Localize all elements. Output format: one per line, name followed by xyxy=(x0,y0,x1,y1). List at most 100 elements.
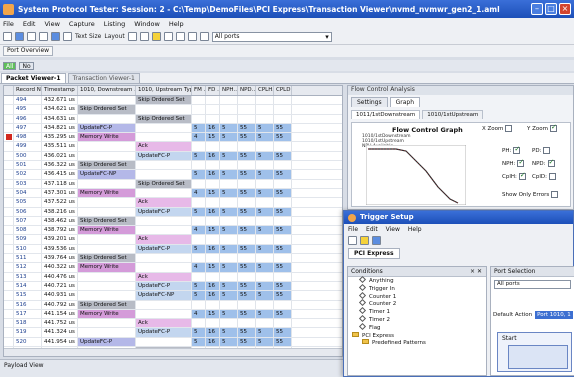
port-selection-dropdown[interactable]: All ports xyxy=(494,280,571,289)
funnel-clear-icon[interactable] xyxy=(199,32,209,41)
table-row[interactable]: 514 440.721 us UpdateFC-P 5 16 5 55 5 55 xyxy=(4,281,342,292)
row-marker-cell[interactable] xyxy=(4,114,14,123)
x-zoom-checkbox[interactable] xyxy=(505,125,513,132)
fc-checkbox[interactable] xyxy=(547,158,555,167)
table-row[interactable]: 496 434.631 us Skip Ordered Set xyxy=(4,114,342,124)
maximize-button[interactable]: □ xyxy=(545,3,557,15)
tab-transaction-viewer[interactable]: Transaction Viewer-1 xyxy=(67,73,140,83)
menu-edit[interactable]: Edit xyxy=(23,20,36,28)
row-marker-cell[interactable] xyxy=(4,96,14,105)
menu-view[interactable]: View xyxy=(44,20,59,28)
row-marker-cell[interactable] xyxy=(4,133,14,142)
row-marker-cell[interactable] xyxy=(4,337,14,347)
port-overview-button[interactable]: Port Overview xyxy=(3,46,54,56)
menu-file[interactable]: File xyxy=(3,20,14,28)
trigger-menu-file[interactable]: File xyxy=(348,226,358,233)
fc-check-5[interactable]: CplD: xyxy=(532,173,556,180)
binoculars-icon[interactable] xyxy=(127,32,137,41)
run-icon[interactable] xyxy=(3,32,12,41)
row-marker-cell[interactable] xyxy=(4,216,14,226)
table-row[interactable]: 500 436.021 us UpdateFC-P 5 16 5 55 5 55 xyxy=(4,151,342,162)
fc-check-0[interactable]: PH: xyxy=(502,145,521,154)
fc-checkbox[interactable] xyxy=(543,147,551,154)
fc-check-4[interactable]: CplH: xyxy=(502,171,526,180)
table-row[interactable]: 501 436.322 us Skip Ordered Set xyxy=(4,161,342,171)
table-row[interactable]: 510 439.536 us UpdateFC-P 5 16 5 55 5 55 xyxy=(4,244,342,255)
row-marker-cell[interactable] xyxy=(4,161,14,170)
subtab-downstream[interactable]: 1011/1stDownstream xyxy=(351,110,421,119)
close-button[interactable]: × xyxy=(559,3,571,15)
condition-item[interactable]: Counter 1 xyxy=(348,291,486,301)
show-only-errors-checkbox[interactable] xyxy=(551,191,559,198)
text-size-label[interactable]: Text Size xyxy=(75,33,101,40)
condition-item[interactable]: Timer 2 xyxy=(348,314,486,324)
y-zoom-checkbox[interactable] xyxy=(549,123,557,132)
table-row[interactable]: 518 441.752 us Ack xyxy=(4,319,342,329)
open-icon[interactable] xyxy=(360,236,369,245)
row-marker-cell[interactable] xyxy=(4,263,14,272)
row-marker-cell[interactable] xyxy=(4,188,14,198)
table-row[interactable]: 504 437.301 us Memory Write 4 15 5 55 5 55 xyxy=(4,188,342,199)
table-row[interactable]: 505 437.522 us Ack xyxy=(4,198,342,208)
table-row[interactable]: 497 434.821 us UpdateFC-P 5 16 5 55 5 55 xyxy=(4,123,342,134)
table-row[interactable]: 513 440.476 us Ack xyxy=(4,272,342,282)
conditions-close-icon[interactable]: × ✕ xyxy=(470,267,482,276)
col-header-timestamp[interactable]: Timestamp xyxy=(42,86,78,95)
table-row[interactable]: 507 438.462 us Skip Ordered Set xyxy=(4,216,342,227)
fc-check-1[interactable]: PD: xyxy=(532,147,551,154)
row-marker-cell[interactable] xyxy=(4,291,14,300)
filter-chip-no[interactable]: No xyxy=(19,61,34,70)
row-marker-cell[interactable] xyxy=(4,328,14,337)
condition-subgroup-predefined[interactable]: Predefined Patterns xyxy=(348,339,486,347)
table-row[interactable]: 508 438.792 us Memory Write 4 15 5 55 5 55 xyxy=(4,226,342,236)
col-header-cplh[interactable]: CPLH... xyxy=(256,86,274,95)
row-marker-cell[interactable] xyxy=(4,170,14,179)
tab-graph[interactable]: Graph xyxy=(389,97,421,107)
tab-packet-viewer[interactable]: Packet Viewer-1 xyxy=(1,73,66,83)
x-zoom-control[interactable]: X Zoom xyxy=(482,125,513,132)
trigger-menu-view[interactable]: View xyxy=(386,226,400,233)
menu-listing[interactable]: Listing xyxy=(104,20,125,28)
fc-checkbox[interactable] xyxy=(513,145,521,154)
row-marker-cell[interactable] xyxy=(4,281,14,291)
list-icon[interactable] xyxy=(15,32,24,41)
find-icon[interactable] xyxy=(63,32,72,41)
row-marker-cell[interactable] xyxy=(4,123,14,133)
table-row[interactable]: 499 435.511 us Ack xyxy=(4,142,342,152)
minimize-button[interactable]: – xyxy=(531,3,543,15)
menu-help[interactable]: Help xyxy=(169,20,184,28)
row-marker-cell[interactable] xyxy=(4,198,14,207)
layout-label[interactable]: Layout xyxy=(104,33,124,40)
table-row[interactable]: 498 435.295 us Memory Write 4 15 5 55 5 55 xyxy=(4,133,342,143)
table-row[interactable]: 503 437.118 us Skip Ordered Set xyxy=(4,179,342,189)
row-marker-cell[interactable] xyxy=(4,142,14,151)
trigger-title-bar[interactable]: Trigger Setup xyxy=(344,211,573,224)
row-marker-cell[interactable] xyxy=(4,207,14,216)
filter-chip-all[interactable]: All xyxy=(3,61,17,70)
menu-capture[interactable]: Capture xyxy=(69,20,95,28)
table-row[interactable]: 495 434.621 us Skip Ordered Set xyxy=(4,105,342,115)
save-icon[interactable] xyxy=(372,236,381,245)
row-marker-cell[interactable] xyxy=(4,179,14,188)
tab-settings[interactable]: Settings xyxy=(351,97,388,107)
row-marker-cell[interactable] xyxy=(4,226,14,235)
table-row[interactable]: 517 441.154 us Memory Write 4 15 5 55 5 55 xyxy=(4,309,342,320)
condition-item[interactable]: Flag xyxy=(348,322,486,332)
condition-group-pci-express[interactable]: PCI Express xyxy=(348,331,486,340)
row-marker-cell[interactable] xyxy=(4,254,14,263)
row-marker-cell[interactable] xyxy=(4,272,14,281)
bookmark-icon[interactable] xyxy=(139,32,149,41)
condition-drop-zone[interactable] xyxy=(508,345,568,369)
col-header-downstream[interactable]: 1010, Downstream ... xyxy=(78,86,136,95)
col-header-pd[interactable]: FD ... xyxy=(206,86,220,95)
condition-item[interactable]: Trigger In xyxy=(348,283,486,293)
row-marker-cell[interactable] xyxy=(4,244,14,254)
fc-checkbox[interactable] xyxy=(518,171,526,180)
chart-icon[interactable] xyxy=(51,32,60,41)
table-row[interactable]: 515 440.931 us UpdateFC-NP 5 16 5 55 5 55 xyxy=(4,291,342,301)
col-header-ph[interactable]: FM ... xyxy=(192,86,206,95)
row-marker-cell[interactable] xyxy=(4,151,14,161)
table-row[interactable]: 519 441.324 us UpdateFC-P 5 16 5 55 5 55 xyxy=(4,328,342,338)
new-icon[interactable] xyxy=(348,236,357,245)
col-header-cpld[interactable]: CPLD... xyxy=(274,86,292,95)
